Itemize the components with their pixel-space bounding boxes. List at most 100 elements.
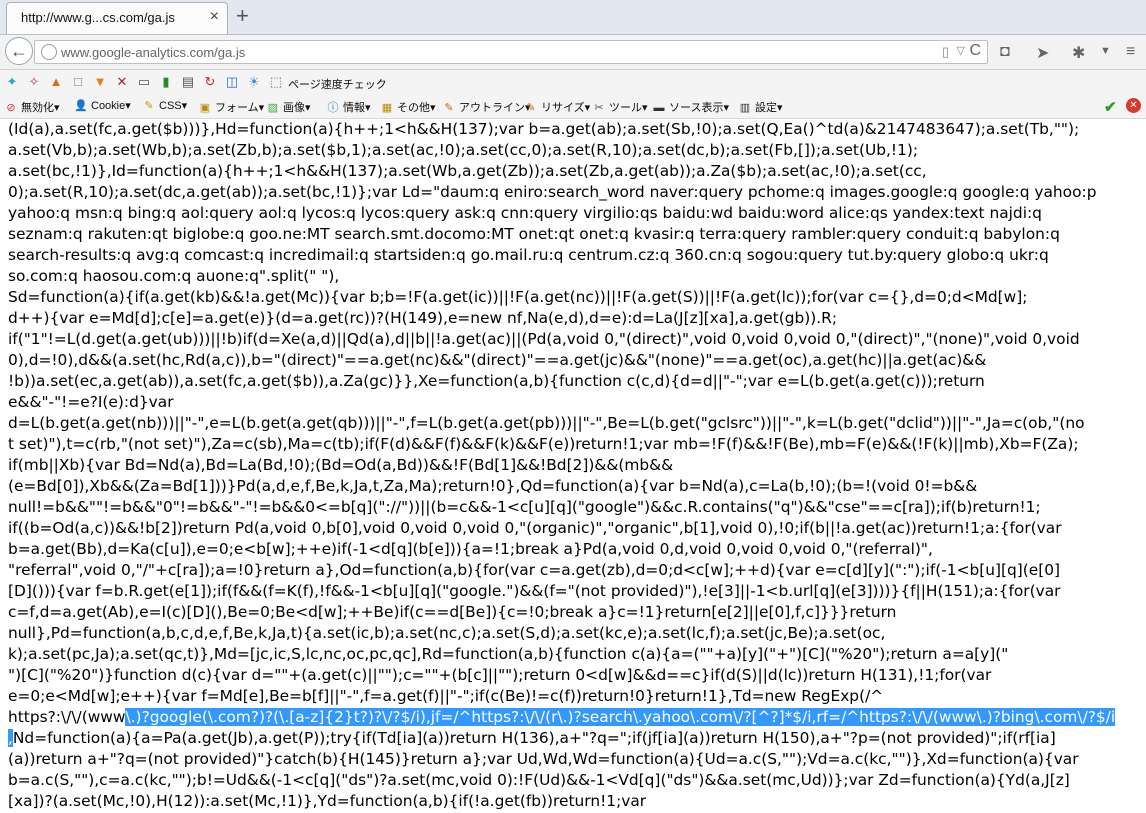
devbar-outline[interactable]: ✎ アウトライン▾ — [442, 99, 531, 115]
code-line: 0);a.set(R,10);a.set(dc,a.get(ab));a.set… — [8, 183, 1097, 201]
pin-icon[interactable]: ✕ — [114, 74, 130, 90]
reader-view-icon[interactable]: ▯ — [942, 44, 949, 60]
chevron-down-icon[interactable]: ▼ — [1100, 45, 1111, 57]
code-line: "referral",void 0,"/"+c[ra]);a=!0}return… — [8, 561, 1061, 579]
pocket-icon[interactable]: ◘ — [1000, 43, 1010, 61]
code-line: 0),d=!0),d&&(a.set(hc,Rd(a,c)),b="(direc… — [8, 351, 987, 369]
code-line: Sd=function(a){if(a.get(kb)&&!a.get(Mc))… — [8, 288, 1028, 306]
code-line: e=0;e<Md[w];e++){var f=Md[e],Be=b[f]||"-… — [8, 687, 884, 705]
code-line: !b))a.set(ec,a.get(ab)),a.set(fc,a.get($… — [8, 372, 985, 390]
devbar-cookie[interactable]: 👤 Cookie▾ — [74, 99, 131, 112]
devbar-label: その他▾ — [397, 102, 436, 114]
doc-icon[interactable]: ▤ — [180, 74, 196, 90]
code-line: null!=b&&""!=b&&"0"!=b&&"-"!=b&&0<=b[q](… — [8, 498, 1041, 516]
devbar-label: 無効化▾ — [21, 102, 60, 114]
back-button[interactable]: ← — [5, 37, 33, 65]
user-icon: 👤 — [74, 100, 88, 112]
code-line: a.set(bc,!1)},Id=function(a){h++;1<h&&H(… — [8, 162, 927, 180]
code-line: d++){var e=Md[d];c[e]=a.get(e)}(d=a.get(… — [8, 309, 838, 327]
code-line: b=a.c(S,""),c=a.c(kc,"");b!=Ud&&(-1<c[q]… — [8, 771, 1070, 789]
code-line: k);a.set(pc,Ja);a.set(qc,t)},Md=[jc,ic,S… — [8, 645, 1009, 663]
source-code: (Id(a),a.set(fc,a.get($b)))},Hd=function… — [8, 119, 1142, 812]
analytics-icon[interactable]: ◫ — [224, 74, 240, 90]
devbar-label: 情報▾ — [343, 102, 371, 114]
code-line: seznam:q rakuten:qt biglobe:q goo.ne:MT … — [8, 225, 1060, 243]
devbar-misc[interactable]: ▦ その他▾ — [380, 99, 436, 115]
code-line-selected: \.)?google(\.com?)?(\.[a-z]{2}t?)?\/?$/i… — [125, 708, 1116, 726]
code-line: (a))return a+"?q=(not provided)"}catch(b… — [8, 750, 1079, 768]
download-icon[interactable]: ▼ — [92, 74, 108, 90]
refresh-icon[interactable]: ↻ — [202, 74, 218, 90]
url-text[interactable]: www.google-analytics.com/ga.js — [61, 45, 245, 60]
tab-title: http://www.g...cs.com/ga.js — [21, 10, 175, 25]
code-line: (Id(a),a.set(fc,a.get($b)))},Hd=function… — [8, 120, 1080, 138]
web-developer-toolbar: ⊘ 無効化▾ 👤 Cookie▾ ✎ CSS▾ ▣ フォーム▾ ▨ 画像▾ ⓘ 情報▾ ▦ そ… — [0, 96, 1146, 119]
resize-icon: ✎ — [526, 102, 536, 114]
devbar-forms[interactable]: ▣ フォーム▾ — [198, 99, 264, 115]
comment-icon[interactable]: ▭ — [136, 74, 152, 90]
devbar-view-source[interactable]: ▬ ソース表示▾ — [652, 99, 729, 115]
tools-icon: ✂ — [594, 102, 604, 114]
close-icon[interactable]: × — [210, 8, 219, 26]
form-icon: ▣ — [199, 102, 211, 114]
sun-icon[interactable]: ☀ — [246, 74, 262, 90]
devbar-label: 画像▾ — [283, 102, 311, 114]
code-line: [D]())){var f=b.R.get(e[1]);if(f&&(f=K(f… — [8, 582, 1061, 600]
misc-icon: ▦ — [381, 102, 393, 114]
code-line: b=a.get(Bb),d=Ka(c[u]),e=0;e<b[w];++e)if… — [8, 540, 933, 558]
code-line: t set)"),t=c(rb,"(not set)"),Za=c(sb),Ma… — [8, 435, 1079, 453]
dotted-square-icon[interactable]: ⬚ — [268, 74, 284, 90]
devbar-css[interactable]: ✎ CSS▾ — [142, 99, 187, 112]
square-icon[interactable]: □ — [70, 74, 86, 90]
checkmark-icon[interactable]: ✔ — [1104, 98, 1117, 116]
settings-icon: ▥ — [739, 102, 751, 114]
url-bar[interactable]: www.google-analytics.com/ga.js ▯ ▽ C — [34, 40, 988, 64]
code-line: if(mb||Xb){var Bd=Nd(a),Bd=La(Bd,!0);(Bd… — [8, 456, 674, 474]
code-line: null},Pd=function(a,b,c,d,e,f,Be,k,Ja,t)… — [8, 624, 886, 642]
code-line: https?:\/\/(www — [8, 708, 126, 726]
code-line: so.com:q haosou.com:q auone:q".split(" "… — [8, 267, 340, 285]
bookmark-icon-1[interactable]: ✧ — [26, 74, 42, 90]
devbar-disable[interactable]: ⊘ 無効化▾ — [4, 99, 60, 115]
devbar-info[interactable]: ⓘ 情報▾ — [326, 99, 371, 115]
devbar-settings[interactable]: ▥ 設定▾ — [738, 99, 783, 115]
reload-icon[interactable]: C — [969, 42, 981, 60]
devbar-tools[interactable]: ✂ ツール▾ — [592, 99, 648, 115]
devbar-images[interactable]: ▨ 画像▾ — [266, 99, 311, 115]
send-icon[interactable]: ➤ — [1036, 43, 1049, 63]
code-line: if("1"!=L(d.get(a.get(ub)))||!b)if(d=Xe(… — [8, 330, 1080, 348]
code-line: [xa])?(a.set(Mc,!0),H(12)):a.set(Mc,!1)}… — [8, 792, 647, 810]
image-icon: ▨ — [267, 102, 279, 114]
no-entry-icon: ⊘ — [6, 102, 16, 114]
code-line: yahoo:q msn:q bing:q aol:query aol:q lyc… — [8, 204, 1042, 222]
new-tab-button[interactable]: + — [236, 4, 249, 28]
devbar-label: フォーム▾ — [215, 102, 265, 114]
code-line: a.set(Vb,b);a.set(Wb,b);a.set(Zb,b);a.se… — [8, 141, 919, 159]
code-line: if((b=Od(a,c))&&!b[2])return Pd(a,void 0… — [8, 519, 1062, 537]
tab-active[interactable]: http://www.g...cs.com/ga.js × — [6, 2, 228, 34]
devbar-label: アウトライン▾ — [459, 102, 531, 114]
devbar-label: リサイズ▾ — [541, 102, 591, 114]
page-speed-link[interactable]: ページ速度チェック — [288, 76, 387, 92]
devbar-label: CSS▾ — [159, 100, 188, 112]
devbar-label: 設定▾ — [755, 102, 783, 114]
twitter-icon[interactable]: ✦ — [4, 74, 20, 90]
page-content: (Id(a),a.set(fc,a.get($b)))},Hd=function… — [0, 119, 1146, 813]
pencil-icon: ✎ — [144, 100, 154, 112]
code-line: c=f,d=a.get(Ab),e=I(c)[D](),Be=0;Be<d[w]… — [8, 603, 897, 621]
tab-strip: http://www.g...cs.com/ga.js × + — [0, 0, 1146, 35]
error-icon[interactable]: ✕ — [1126, 98, 1141, 113]
menu-icon[interactable]: ≡ — [1126, 43, 1135, 61]
extension-icon[interactable]: ✱ — [1072, 43, 1085, 63]
code-line: Nd=function(a){a=Pa(a.get(Jb),a.get(P));… — [12, 729, 1056, 747]
code-line: search-results:q avg:q comcast:q incredi… — [8, 246, 1049, 264]
bars-icon[interactable]: ▮ — [158, 74, 174, 90]
outline-icon: ✎ — [444, 102, 454, 114]
chart-icon[interactable]: ▲ — [48, 74, 64, 90]
info-icon: ⓘ — [327, 102, 339, 114]
devbar-label: ツール▾ — [609, 102, 648, 114]
url-dropdown-icon[interactable]: ▽ — [957, 44, 965, 57]
devbar-label: Cookie▾ — [91, 100, 131, 112]
devbar-resize[interactable]: ✎ リサイズ▾ — [524, 99, 590, 115]
source-icon: ▬ — [653, 102, 665, 114]
